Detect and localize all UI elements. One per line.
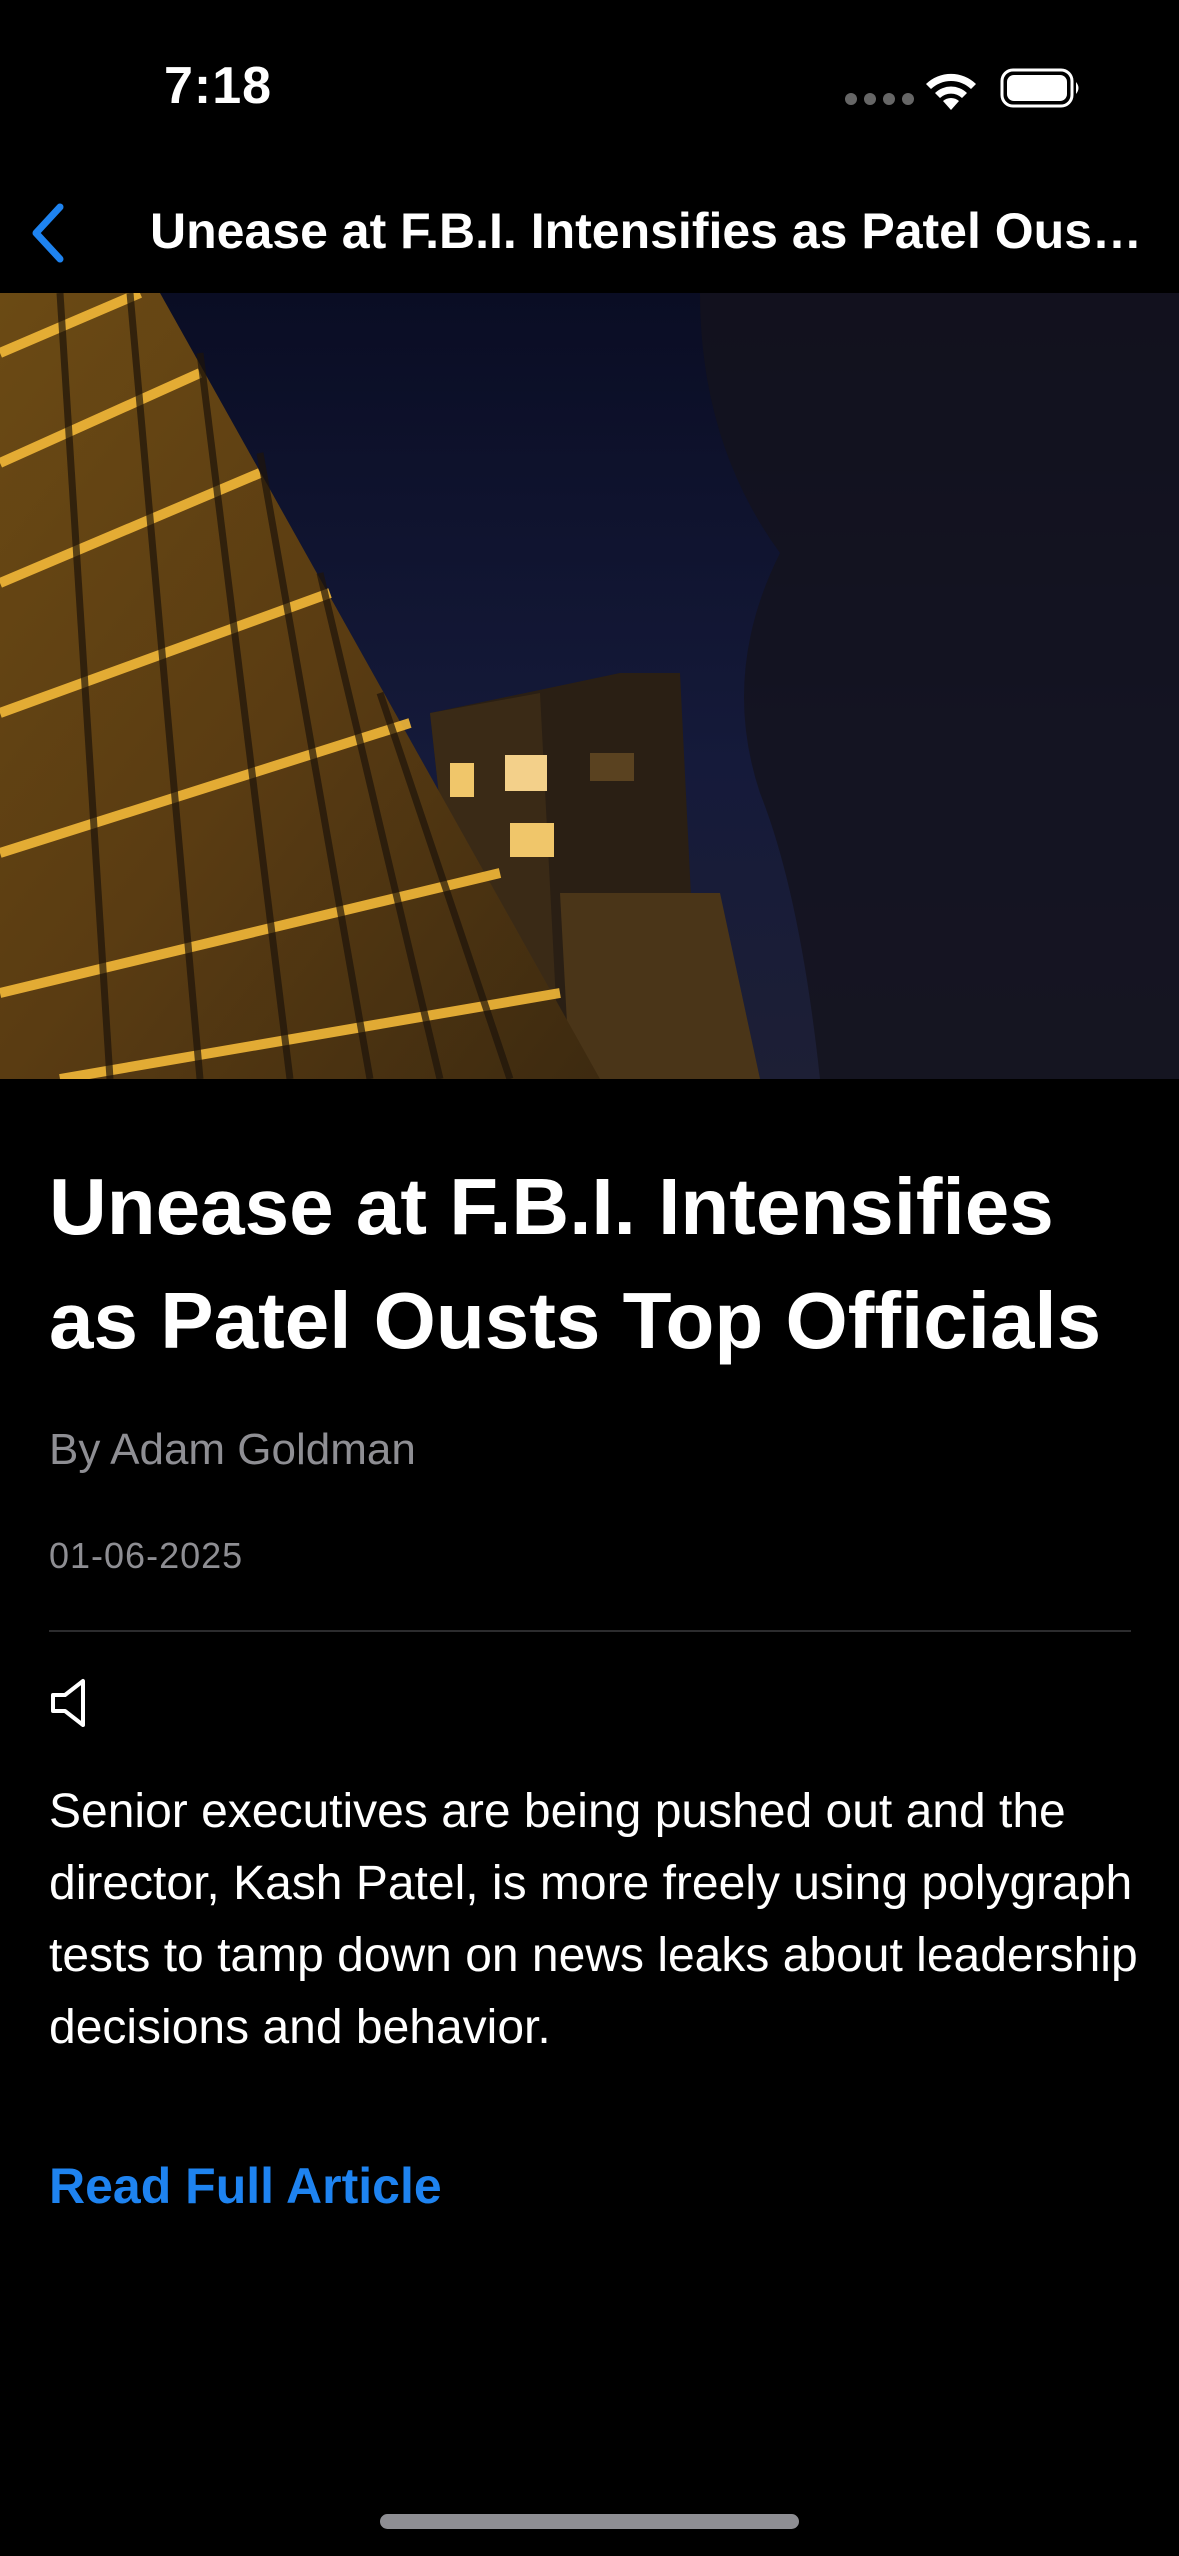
status-bar: 7:18 (0, 0, 1179, 175)
article-date: 01-06-2025 (49, 1535, 244, 1576)
divider (49, 1630, 1131, 1632)
status-time: 7:18 (164, 57, 273, 115)
cellular-signal-icon (845, 93, 914, 105)
back-button[interactable] (18, 197, 88, 267)
nav-title: Unease at F.B.I. Intensifies as Patel Ou… (150, 203, 1150, 259)
battery-icon (1000, 68, 1079, 108)
article-summary: Senior executives are being pushed out a… (49, 1785, 1138, 2054)
fbi-building-photo (0, 293, 1179, 1079)
navigation-bar: Unease at F.B.I. Intensifies as Patel Ou… (0, 175, 1179, 293)
article-byline: By Adam Goldman (49, 1425, 416, 1474)
chevron-left-icon (32, 203, 64, 263)
article-title: Unease at F.B.I. Intensifies as Patel Ou… (49, 1162, 1102, 1365)
speaker-icon (51, 1679, 85, 1727)
article-hero-image (0, 293, 1179, 1079)
listen-button[interactable] (49, 1675, 97, 1731)
wifi-icon (926, 73, 976, 110)
home-indicator[interactable] (380, 2514, 799, 2529)
read-full-article-link[interactable]: Read Full Article (49, 2157, 442, 2215)
